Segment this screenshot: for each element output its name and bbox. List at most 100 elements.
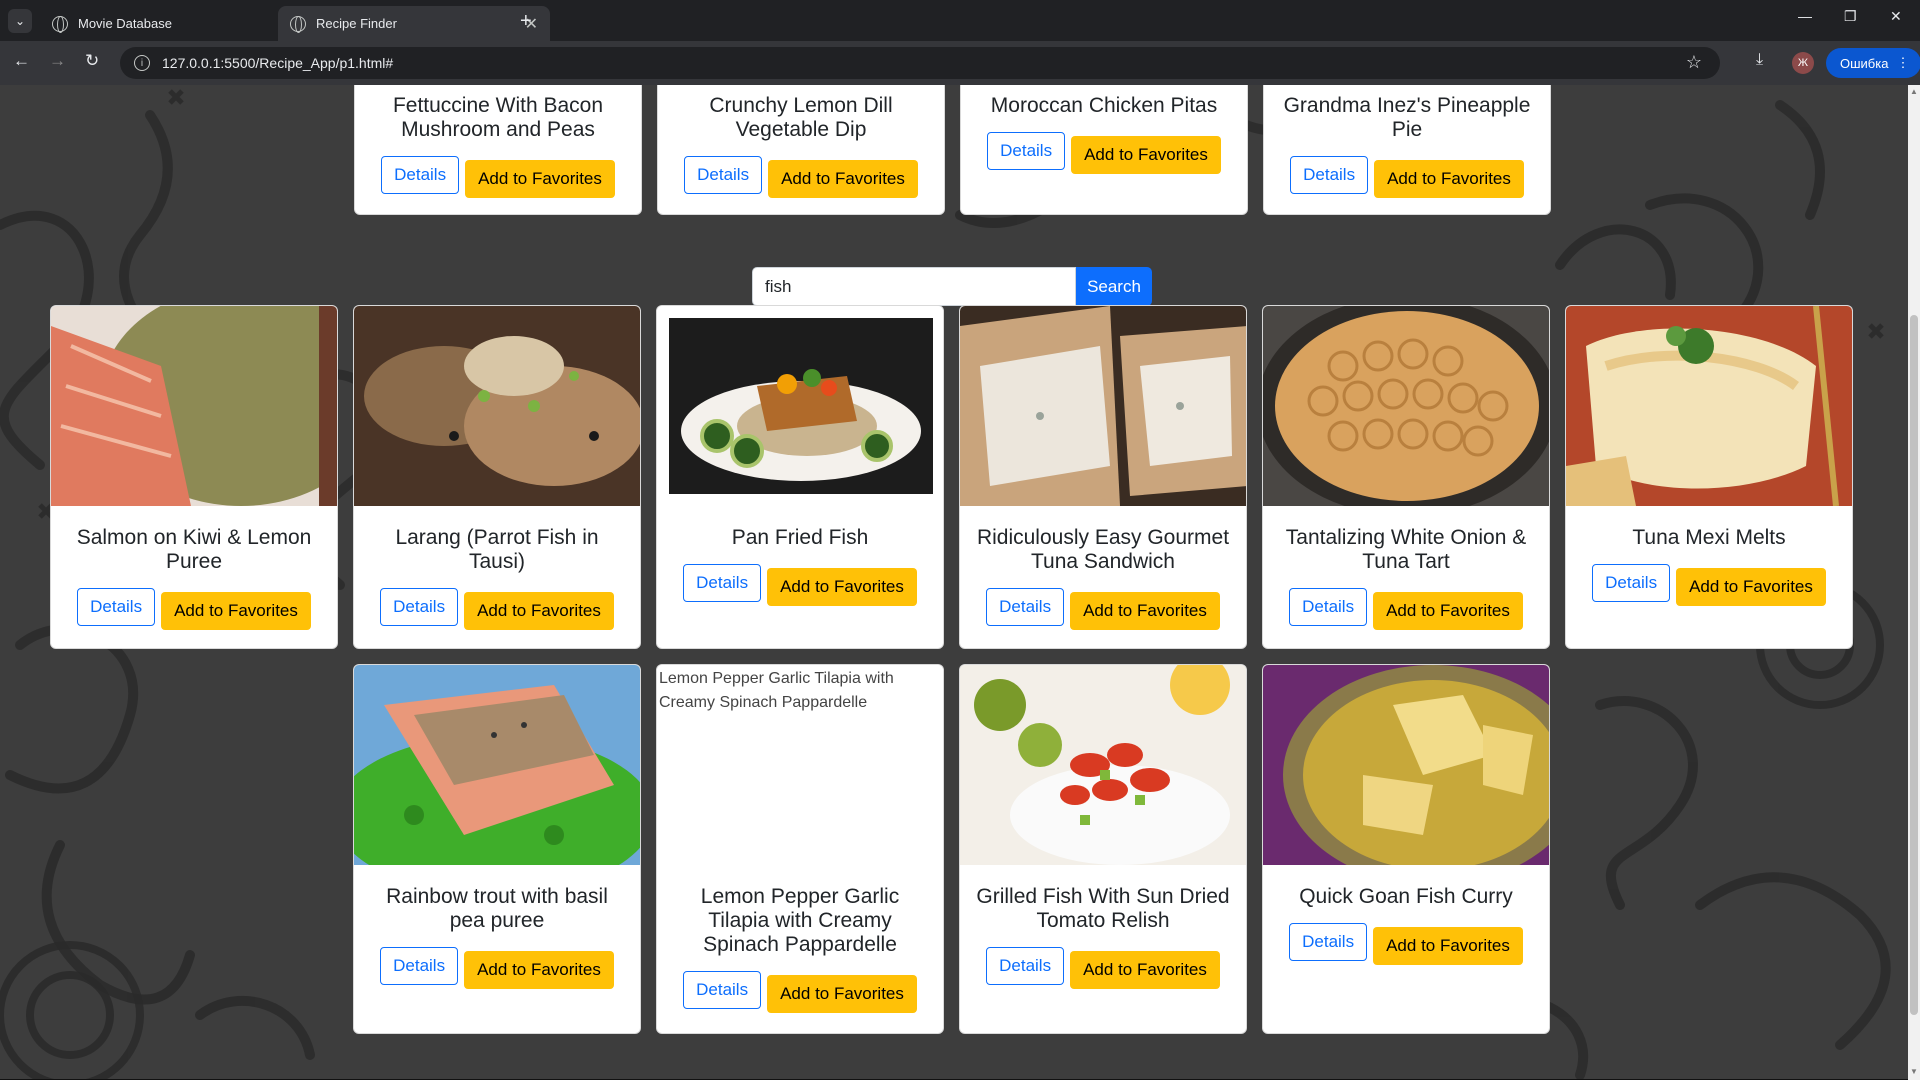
site-info-icon[interactable]: i <box>134 55 150 71</box>
details-button[interactable]: Details <box>77 588 156 626</box>
globe-icon <box>290 15 306 33</box>
tuna-sandwich-image[interactable] <box>960 306 1246 506</box>
card-actions: Details Add to Favorites <box>355 156 641 198</box>
add-to-favorites-button[interactable]: Add to Favorites <box>1071 136 1221 174</box>
avatar[interactable]: Ж <box>1792 52 1814 74</box>
card-actions: Details Add to Favorites <box>960 947 1246 989</box>
details-button[interactable]: Details <box>986 947 1065 985</box>
add-to-favorites-button[interactable]: Add to Favorites <box>161 592 311 630</box>
search-input[interactable] <box>752 267 1076 306</box>
recipe-title: Ridiculously Easy Gourmet Tuna Sandwich <box>976 526 1230 573</box>
add-to-favorites-button[interactable]: Add to Favorites <box>1070 951 1220 989</box>
details-button[interactable]: Details <box>1592 564 1671 602</box>
onion-tuna-tart-image[interactable] <box>1263 306 1549 506</box>
details-button[interactable]: Details <box>987 132 1066 170</box>
pan-fried-fish-image[interactable] <box>657 306 943 506</box>
recipe-card: Fettuccine With Bacon Mushroom and Peas … <box>354 85 642 215</box>
tab-movie-database[interactable]: Movie Database ✕ <box>40 6 312 41</box>
recipe-card: Quick Goan Fish Curry Details Add to Fav… <box>1262 664 1550 1034</box>
add-to-favorites-button[interactable]: Add to Favorites <box>464 951 614 989</box>
add-to-favorites-button[interactable]: Add to Favorites <box>1374 160 1524 198</box>
add-to-favorites-button[interactable]: Add to Favorites <box>767 975 917 1013</box>
recipe-title: Salmon on Kiwi & Lemon Puree <box>76 526 312 573</box>
restore-icon[interactable]: ❐ <box>1844 8 1857 25</box>
recipe-card: Grandma Inez's Pineapple Pie Details Add… <box>1263 85 1551 215</box>
reload-icon[interactable]: ↻ <box>85 51 99 71</box>
card-actions: Details Add to Favorites <box>960 588 1246 630</box>
forward-arrow-icon[interactable]: → <box>49 51 66 71</box>
recipe-title: Crunchy Lemon Dill Vegetable Dip <box>709 94 893 141</box>
details-button[interactable]: Details <box>684 156 763 194</box>
add-to-favorites-button[interactable]: Add to Favorites <box>465 160 615 198</box>
page-viewport: Fettuccine With Bacon Mushroom and Peas … <box>0 85 1908 1080</box>
page-scrollbar[interactable]: ▲ ▼ <box>1908 85 1920 1080</box>
scroll-up-arrow-icon[interactable]: ▲ <box>1910 87 1918 96</box>
recipe-card: Larang (Parrot Fish in Tausi) Details Ad… <box>353 305 641 649</box>
recipe-title: Tuna Mexi Melts <box>1632 526 1786 549</box>
recipe-card: Lemon Pepper Garlic Tilapia with Creamy … <box>656 664 944 1034</box>
details-button[interactable]: Details <box>1289 588 1368 626</box>
add-to-favorites-button[interactable]: Add to Favorites <box>1070 592 1220 630</box>
add-to-favorites-button[interactable]: Add to Favorites <box>1676 568 1826 606</box>
card-actions: Details Add to Favorites <box>354 588 640 630</box>
tuna-mexi-melts-image[interactable] <box>1566 306 1852 506</box>
back-arrow-icon[interactable]: ← <box>13 51 30 71</box>
recipe-card: Ridiculously Easy Gourmet Tuna Sandwich … <box>959 305 1247 649</box>
salmon-kiwi-image[interactable] <box>51 306 337 506</box>
add-to-favorites-button[interactable]: Add to Favorites <box>768 160 918 198</box>
tab-title: Movie Database <box>78 16 172 31</box>
error-button[interactable]: Ошибка ⋮ <box>1826 48 1920 78</box>
recipe-title: Pan Fried Fish <box>731 526 869 549</box>
scroll-thumb[interactable] <box>1910 315 1918 1015</box>
details-button[interactable]: Details <box>380 947 459 985</box>
search-button[interactable]: Search <box>1076 267 1152 306</box>
card-actions: Details Add to Favorites <box>657 564 943 606</box>
details-button[interactable]: Details <box>1290 156 1369 194</box>
add-to-favorites-button[interactable]: Add to Favorites <box>1373 927 1523 965</box>
details-button[interactable]: Details <box>381 156 460 194</box>
error-button-label: Ошибка <box>1840 55 1889 71</box>
address-bar[interactable]: i 127.0.0.1:5500/Recipe_App/p1.html# ☆ <box>120 47 1720 79</box>
browser-tab-bar: ⌄ Movie Database ✕ Recipe Finder ✕ + — ❐… <box>0 0 1920 41</box>
add-to-favorites-button[interactable]: Add to Favorites <box>1373 592 1523 630</box>
grilled-fish-relish-image[interactable] <box>960 665 1246 865</box>
bookmark-star-icon[interactable]: ☆ <box>1686 52 1702 73</box>
window-close-icon[interactable]: ✕ <box>1890 8 1902 25</box>
tab-recipe-finder[interactable]: Recipe Finder ✕ <box>278 6 550 41</box>
card-actions: Details Add to Favorites <box>658 156 944 198</box>
rainbow-trout-image[interactable] <box>354 665 640 865</box>
broken-image-alt[interactable]: Lemon Pepper Garlic Tilapia with Creamy … <box>657 665 943 865</box>
details-button[interactable]: Details <box>683 971 762 1009</box>
card-actions: Details Add to Favorites <box>1264 156 1550 198</box>
recipe-title: Lemon Pepper Garlic Tilapia with Creamy … <box>700 885 900 956</box>
recipe-card: Tantalizing White Onion & Tuna Tart Deta… <box>1262 305 1550 649</box>
add-to-favorites-button[interactable]: Add to Favorites <box>767 568 917 606</box>
globe-icon <box>52 15 68 33</box>
details-button[interactable]: Details <box>683 564 762 602</box>
recipe-title: Moroccan Chicken Pitas <box>990 94 1218 117</box>
recipe-title: Grandma Inez's Pineapple Pie <box>1283 94 1531 141</box>
card-actions: Details Add to Favorites <box>1263 588 1549 630</box>
tab-search-chevron-icon[interactable]: ⌄ <box>8 9 32 33</box>
larang-fish-image[interactable] <box>354 306 640 506</box>
details-button[interactable]: Details <box>380 588 459 626</box>
goan-fish-curry-image[interactable] <box>1263 665 1549 865</box>
recipe-title: Quick Goan Fish Curry <box>1299 885 1513 908</box>
recipe-card: Rainbow trout with basil pea puree Detai… <box>353 664 641 1034</box>
recipe-title: Rainbow trout with basil pea puree <box>386 885 608 932</box>
download-icon[interactable]: ⤓ <box>1756 51 1763 69</box>
add-to-favorites-button[interactable]: Add to Favorites <box>464 592 614 630</box>
url-text: 127.0.0.1:5500/Recipe_App/p1.html# <box>162 55 394 71</box>
card-actions: Details Add to Favorites <box>1566 564 1852 606</box>
kebab-menu-icon[interactable]: ⋮ <box>1896 55 1909 71</box>
recipe-card: Crunchy Lemon Dill Vegetable Dip Details… <box>657 85 945 215</box>
scroll-down-arrow-icon[interactable]: ▼ <box>1910 1067 1918 1076</box>
recipe-title: Larang (Parrot Fish in Tausi) <box>395 526 599 573</box>
details-button[interactable]: Details <box>1289 923 1368 961</box>
recipe-card: Pan Fried Fish Details Add to Favorites <box>656 305 944 649</box>
new-tab-plus-icon[interactable]: + <box>520 10 532 33</box>
card-actions: Details Add to Favorites <box>1263 923 1549 965</box>
minimize-icon[interactable]: — <box>1798 8 1812 24</box>
details-button[interactable]: Details <box>986 588 1065 626</box>
card-actions: Details Add to Favorites <box>961 132 1247 174</box>
